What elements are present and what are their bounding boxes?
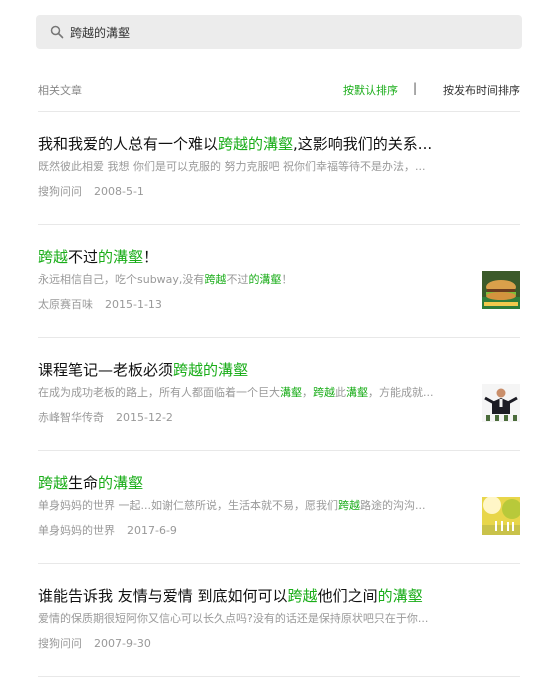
sunset-thumbnail[interactable] bbox=[482, 497, 520, 535]
highlighted-keyword: 的溝壑 bbox=[248, 273, 282, 286]
divider bbox=[38, 676, 520, 677]
text-segment: 他们之间 bbox=[317, 587, 378, 605]
result-item[interactable]: 我和我爱的人总有一个难以跨越的溝壑,这影响我们的关系... 既然彼此相爱 我想 … bbox=[38, 134, 520, 200]
text-segment: 永远相信自己，吃个subway,没有 bbox=[38, 273, 205, 286]
search-icon bbox=[50, 25, 64, 39]
result-snippet: 永远相信自己，吃个subway,没有跨越不过的溝壑！ bbox=[38, 272, 468, 288]
highlighted-keyword: 跨越的溝壑 bbox=[218, 135, 294, 153]
result-date: 2008-5-1 bbox=[94, 185, 144, 198]
text-segment: 不过 bbox=[68, 248, 99, 266]
result-source: 单身妈妈的世界 bbox=[38, 524, 115, 537]
text-segment: 不过 bbox=[226, 273, 249, 286]
sort-default-option[interactable]: 按默认排序 bbox=[343, 82, 398, 98]
text-segment: 此 bbox=[335, 386, 346, 399]
result-title[interactable]: 跨越不过的溝壑！ bbox=[38, 247, 520, 267]
sandwich-thumbnail[interactable] bbox=[482, 271, 520, 309]
highlighted-keyword: 跨越 bbox=[204, 273, 227, 286]
result-title[interactable]: 课程笔记—老板必须跨越的溝壑 bbox=[38, 360, 520, 380]
result-title[interactable]: 我和我爱的人总有一个难以跨越的溝壑,这影响我们的关系... bbox=[38, 134, 520, 154]
divider bbox=[38, 563, 520, 564]
search-input[interactable]: 跨越的溝壑 bbox=[70, 24, 130, 41]
sort-separator: | bbox=[412, 81, 417, 95]
result-date: 2015-1-13 bbox=[105, 298, 162, 311]
text-segment: 单身妈妈的世界 一起...如谢仁慈所说，生活本就不易，愿我们 bbox=[38, 499, 338, 512]
text-segment: 我和我爱的人总有一个难以 bbox=[38, 135, 219, 153]
highlighted-keyword: 的溝壑 bbox=[98, 248, 144, 266]
divider bbox=[38, 224, 520, 225]
result-meta: 搜狗问问 2007-9-30 bbox=[38, 636, 520, 652]
text-segment: ，方能成就... bbox=[368, 386, 434, 399]
highlighted-keyword: 溝壑 bbox=[346, 386, 368, 399]
result-source: 搜狗问问 bbox=[38, 185, 82, 198]
highlighted-keyword: 跨越 bbox=[287, 587, 318, 605]
search-bar[interactable]: 跨越的溝壑 bbox=[36, 15, 522, 49]
divider bbox=[38, 450, 520, 451]
text-segment: 在成为成功老板的路上，所有人都面临着一个巨大 bbox=[38, 386, 280, 399]
result-date: 2017-6-9 bbox=[127, 524, 177, 537]
result-title[interactable]: 跨越生命的溝壑 bbox=[38, 473, 520, 493]
result-item[interactable]: 跨越生命的溝壑 单身妈妈的世界 一起...如谢仁慈所说，生活本就不易，愿我们跨越… bbox=[38, 473, 520, 539]
sort-filter-bar: 相关文章 按默认排序 | 按发布时间排序 bbox=[38, 81, 520, 98]
highlighted-keyword: 跨越 bbox=[38, 248, 69, 266]
result-source: 搜狗问问 bbox=[38, 637, 82, 650]
businessman-thumbnail[interactable] bbox=[482, 384, 520, 422]
result-meta: 太原赛百味 2015-1-13 bbox=[38, 297, 520, 313]
highlighted-keyword: 的溝壑 bbox=[98, 474, 144, 492]
text-segment: 路途的沟沟... bbox=[359, 499, 426, 512]
highlighted-keyword: 跨越 bbox=[337, 499, 360, 512]
text-segment: 生命 bbox=[68, 474, 99, 492]
result-item[interactable]: 谁能告诉我 友情与爱情 到底如何可以跨越他们之间的溝壑 爱情的保质期很短阿你又信… bbox=[38, 586, 520, 652]
text-segment: ,这影响我们的关系... bbox=[293, 135, 433, 153]
result-snippet: 既然彼此相爱 我想 你们是可以克服的 努力克服吧 祝你们幸福等待不是办法，... bbox=[38, 159, 520, 175]
result-meta: 赤峰智华传奇 2015-12-2 bbox=[38, 410, 520, 426]
result-source: 赤峰智华传奇 bbox=[38, 411, 104, 424]
highlighted-keyword: 溝壑 bbox=[280, 386, 302, 399]
sort-time-option[interactable]: 按发布时间排序 bbox=[443, 82, 520, 98]
highlighted-keyword: 的溝壑 bbox=[377, 587, 423, 605]
result-item[interactable]: 课程笔记—老板必须跨越的溝壑 在成为成功老板的路上，所有人都面临着一个巨大溝壑，… bbox=[38, 360, 520, 426]
divider bbox=[38, 337, 520, 338]
text-segment: 课程笔记—老板必须 bbox=[38, 361, 174, 379]
result-meta: 单身妈妈的世界 2017-6-9 bbox=[38, 523, 520, 539]
result-date: 2007-9-30 bbox=[94, 637, 151, 650]
result-snippet: 在成为成功老板的路上，所有人都面临着一个巨大溝壑，跨越此溝壑，方能成就... bbox=[38, 385, 468, 401]
result-title[interactable]: 谁能告诉我 友情与爱情 到底如何可以跨越他们之间的溝壑 bbox=[38, 586, 520, 606]
result-date: 2015-12-2 bbox=[116, 411, 173, 424]
result-snippet: 爱情的保质期很短阿你又信心可以长久点吗?没有的话还是保持原状吧只在于你... bbox=[38, 611, 520, 627]
text-segment: 谁能告诉我 友情与爱情 到底如何可以 bbox=[38, 587, 288, 605]
divider bbox=[38, 111, 520, 112]
highlighted-keyword: 跨越的溝壑 bbox=[173, 361, 249, 379]
text-segment: 既然彼此相爱 我想 你们是可以克服的 努力克服吧 祝你们幸福等待不是办法，... bbox=[38, 160, 426, 173]
text-segment: ！ bbox=[281, 273, 293, 286]
text-segment: ！ bbox=[143, 248, 159, 266]
result-source: 太原赛百味 bbox=[38, 298, 93, 311]
result-meta: 搜狗问问 2008-5-1 bbox=[38, 184, 520, 200]
text-segment: 爱情的保质期很短阿你又信心可以长久点吗?没有的话还是保持原状吧只在于你... bbox=[38, 612, 429, 625]
result-snippet: 单身妈妈的世界 一起...如谢仁慈所说，生活本就不易，愿我们跨越路途的沟沟... bbox=[38, 498, 468, 514]
text-segment: ， bbox=[302, 386, 313, 399]
highlighted-keyword: 跨越 bbox=[313, 386, 335, 399]
result-item[interactable]: 跨越不过的溝壑！ 永远相信自己，吃个subway,没有跨越不过的溝壑！ 太原赛百… bbox=[38, 247, 520, 313]
related-articles-label: 相关文章 bbox=[38, 84, 82, 97]
highlighted-keyword: 跨越 bbox=[38, 474, 69, 492]
